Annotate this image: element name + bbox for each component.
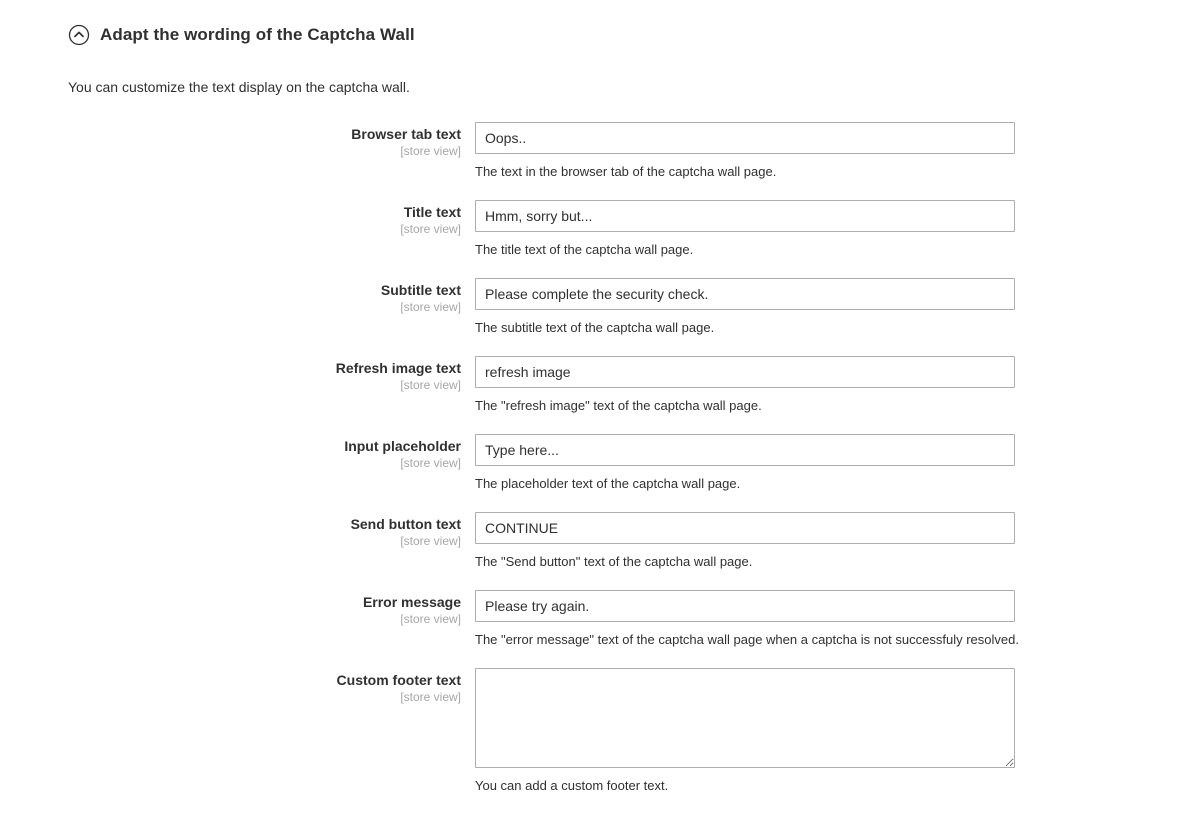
- field-note: The subtitle text of the captcha wall pa…: [475, 320, 715, 335]
- field-label: Input placeholder: [344, 438, 461, 454]
- field-note: You can add a custom footer text.: [475, 778, 669, 793]
- field-label-group: Error message [store view]: [0, 590, 475, 627]
- field-label: Send button text: [350, 516, 461, 532]
- field-row: Send button text [store view] The "Send …: [0, 512, 1200, 570]
- field-label: Custom footer text: [336, 672, 461, 688]
- field-label: Title text: [403, 204, 461, 220]
- field-label-group: Input placeholder [store view]: [0, 434, 475, 471]
- field-row: Title text [store view] The title text o…: [0, 200, 1200, 258]
- field-row: Input placeholder [store view] The place…: [0, 434, 1200, 492]
- field-scope-label: [store view]: [400, 534, 461, 548]
- field-row: Custom footer text [store view] You can …: [0, 668, 1200, 794]
- page-title: Adapt the wording of the Captcha Wall: [100, 25, 415, 44]
- custom-footer-text-textarea[interactable]: [475, 668, 1015, 768]
- field-row: Refresh image text [store view] The "ref…: [0, 356, 1200, 414]
- field-scope-label: [store view]: [400, 612, 461, 626]
- field-scope-label: [store view]: [400, 144, 461, 158]
- field-control: The "error message" text of the captcha …: [475, 590, 1200, 648]
- field-row: Error message [store view] The "error me…: [0, 590, 1200, 648]
- chevron-up-circle-icon[interactable]: [68, 24, 90, 46]
- field-scope-label: [store view]: [400, 378, 461, 392]
- field-scope-label: [store view]: [400, 456, 461, 470]
- refresh-image-text-input[interactable]: [475, 356, 1015, 388]
- field-row: Subtitle text [store view] The subtitle …: [0, 278, 1200, 336]
- browser-tab-text-input[interactable]: [475, 122, 1015, 154]
- field-control: The subtitle text of the captcha wall pa…: [475, 278, 1200, 336]
- field-control: The "refresh image" text of the captcha …: [475, 356, 1200, 414]
- field-note: The text in the browser tab of the captc…: [475, 164, 777, 179]
- field-control: The "Send button" text of the captcha wa…: [475, 512, 1200, 570]
- section-intro-text: You can customize the text display on th…: [68, 79, 410, 95]
- field-control: You can add a custom footer text.: [475, 668, 1200, 794]
- field-label-group: Send button text [store view]: [0, 512, 475, 549]
- field-note: The placeholder text of the captcha wall…: [475, 476, 741, 491]
- field-label-group: Subtitle text [store view]: [0, 278, 475, 315]
- error-message-input[interactable]: [475, 590, 1015, 622]
- field-note: The "refresh image" text of the captcha …: [475, 398, 762, 413]
- wording-settings-form: Browser tab text [store view] The text i…: [0, 122, 1200, 794]
- field-label: Browser tab text: [351, 126, 461, 142]
- section-header[interactable]: Adapt the wording of the Captcha Wall: [0, 0, 1200, 50]
- field-label-group: Custom footer text [store view]: [0, 668, 475, 705]
- field-control: The text in the browser tab of the captc…: [475, 122, 1200, 180]
- field-row: Browser tab text [store view] The text i…: [0, 122, 1200, 180]
- field-label: Error message: [362, 594, 461, 610]
- input-placeholder-input[interactable]: [475, 434, 1015, 466]
- field-label-group: Refresh image text [store view]: [0, 356, 475, 393]
- title-text-input[interactable]: [475, 200, 1015, 232]
- send-button-text-input[interactable]: [475, 512, 1015, 544]
- field-note: The "error message" text of the captcha …: [475, 632, 1019, 647]
- field-label-group: Browser tab text [store view]: [0, 122, 475, 159]
- field-label: Subtitle text: [380, 282, 461, 298]
- field-control: The title text of the captcha wall page.: [475, 200, 1200, 258]
- field-note: The title text of the captcha wall page.: [475, 242, 694, 257]
- field-scope-label: [store view]: [400, 690, 461, 704]
- field-scope-label: [store view]: [400, 222, 461, 236]
- field-label-group: Title text [store view]: [0, 200, 475, 237]
- field-label: Refresh image text: [335, 360, 461, 376]
- field-note: The "Send button" text of the captcha wa…: [475, 554, 753, 569]
- config-section-page: Adapt the wording of the Captcha Wall Yo…: [0, 0, 1200, 826]
- field-control: The placeholder text of the captcha wall…: [475, 434, 1200, 492]
- subtitle-text-input[interactable]: [475, 278, 1015, 310]
- field-scope-label: [store view]: [400, 300, 461, 314]
